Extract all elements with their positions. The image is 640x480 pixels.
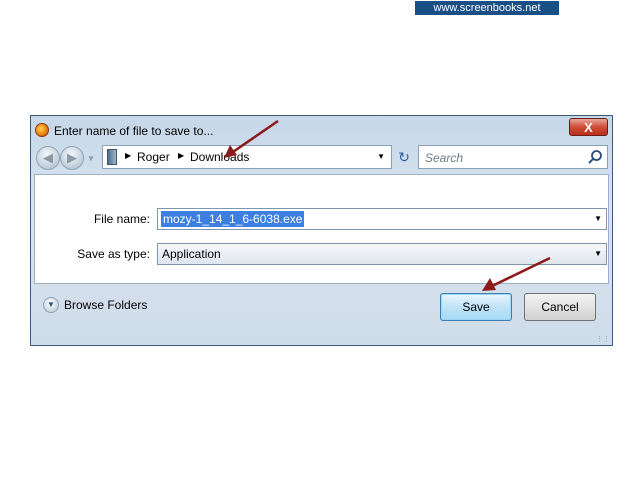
watermark: www.screenbooks.net [415, 1, 559, 15]
chevron-right-icon[interactable]: ▶ [178, 151, 184, 160]
firefox-icon [35, 123, 49, 137]
dialog-title: Enter name of file to save to... [54, 124, 214, 138]
chevron-down-icon[interactable]: ▼ [594, 249, 602, 258]
file-name-label: File name: [93, 212, 150, 226]
cancel-button[interactable]: Cancel [524, 293, 596, 321]
save-as-type-value: Application [162, 247, 221, 261]
browse-folders-label: Browse Folders [64, 298, 148, 312]
chevron-right-icon[interactable]: ▶ [125, 151, 131, 160]
folder-icon [107, 149, 117, 165]
navigation-bar: ◀ ▶ ▼ ▶ Roger ▶ Downloads ▼ ↻ [31, 143, 612, 173]
address-dropdown-icon[interactable]: ▼ [377, 152, 385, 161]
annotation-arrow-icon [224, 119, 279, 158]
title-bar: Enter name of file to save to... X [31, 116, 612, 143]
save-button[interactable]: Save [440, 293, 512, 321]
file-name-value[interactable]: mozy-1_14_1_6-6038.exe [161, 211, 305, 227]
history-dropdown-icon[interactable]: ▼ [87, 154, 95, 163]
resize-grip-icon[interactable]: ⋮⋮ [596, 335, 610, 343]
save-dialog: Enter name of file to save to... X ◀ ▶ ▼… [30, 115, 613, 346]
expand-icon: ▼ [43, 297, 59, 313]
save-as-type-label: Save as type: [77, 247, 150, 261]
breadcrumb-roger[interactable]: Roger [137, 150, 170, 164]
search-input[interactable] [423, 149, 577, 167]
annotation-arrow-icon [482, 256, 551, 291]
close-button[interactable]: X [569, 118, 608, 136]
back-arrow-icon[interactable]: ◀ [36, 146, 60, 170]
forward-arrow-icon[interactable]: ▶ [60, 146, 84, 170]
search-box[interactable] [418, 145, 608, 169]
chevron-down-icon[interactable]: ▼ [594, 214, 602, 223]
file-name-input[interactable]: mozy-1_14_1_6-6038.exe ▼ [157, 208, 607, 230]
search-icon[interactable] [587, 149, 603, 165]
refresh-icon[interactable]: ↻ [394, 146, 414, 168]
